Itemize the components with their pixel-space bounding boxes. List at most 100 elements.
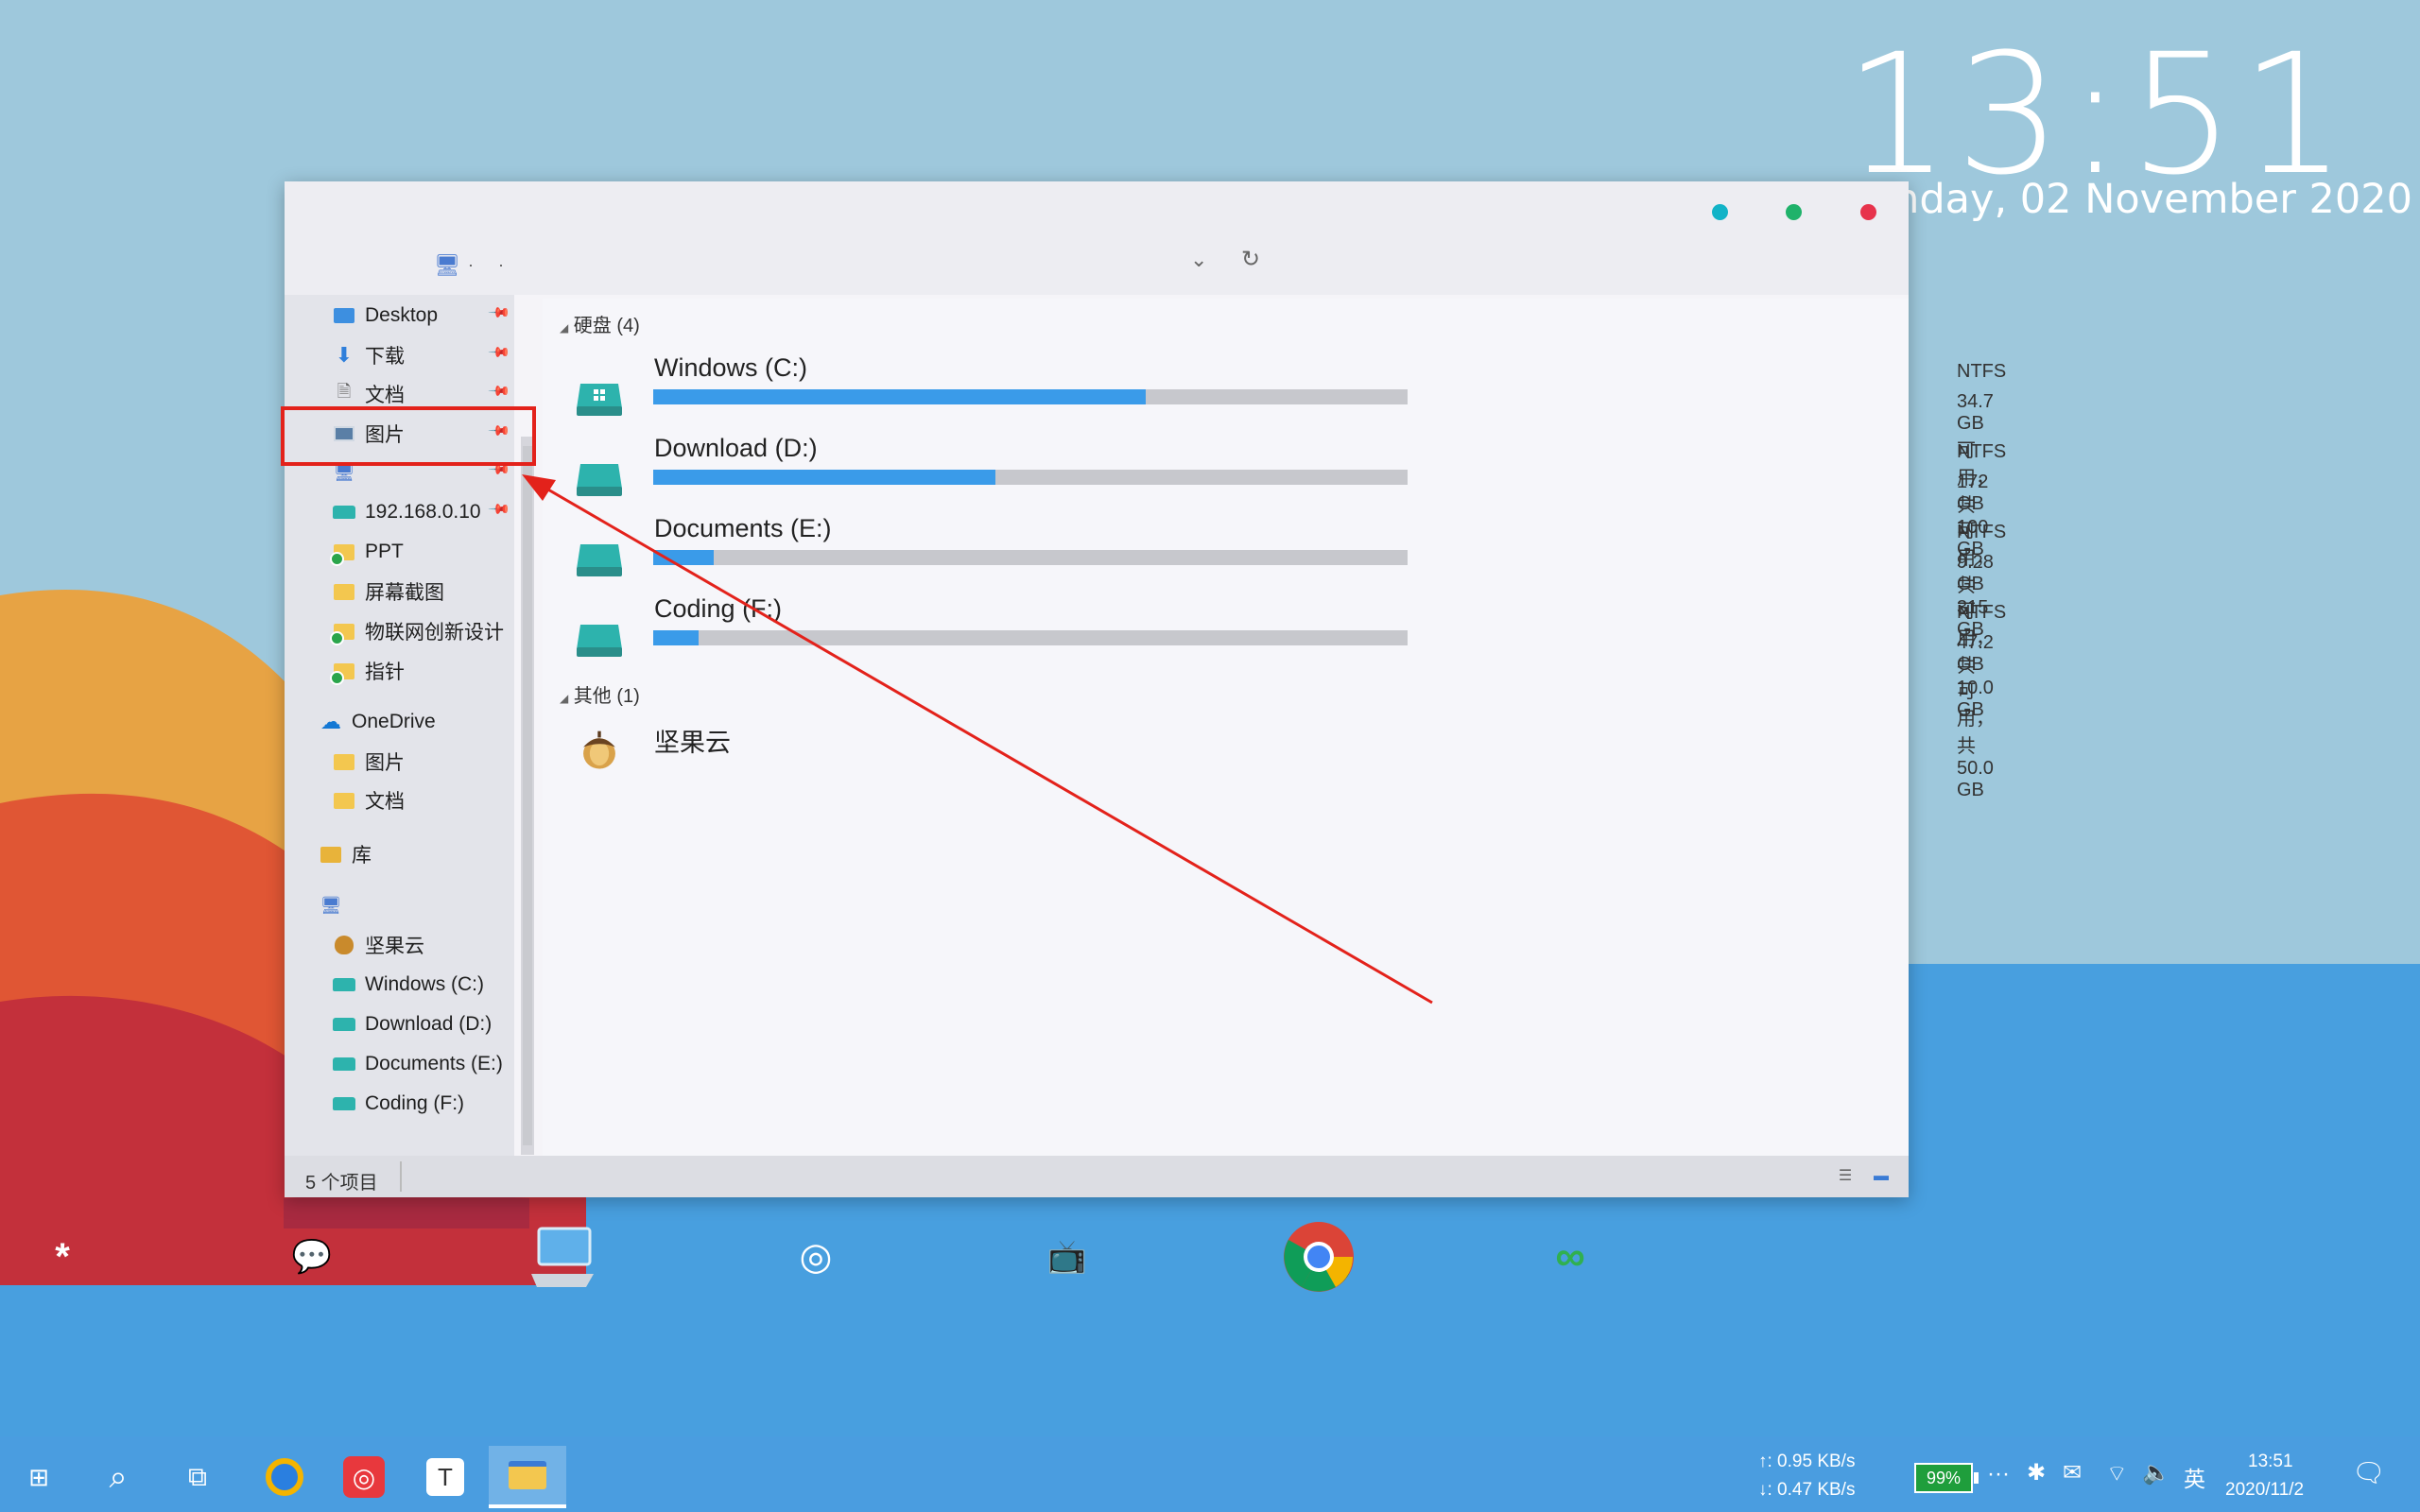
windows-logo-icon: ⊞	[28, 1462, 49, 1491]
group-header-drives[interactable]: ◢ 硬盘 (4)	[560, 310, 640, 337]
tiles-view-icon[interactable]: ▬	[1871, 1169, 1892, 1184]
folder-sync-icon	[330, 661, 356, 685]
chevron-down-icon[interactable]: ⌄	[1190, 248, 1207, 272]
asterisk-tray-icon[interactable]: ✱	[2027, 1459, 2046, 1486]
nav-item-onedrive-pictures[interactable]: 图片	[332, 745, 405, 779]
notification-center-icon[interactable]: 🗨	[2352, 1457, 2386, 1488]
drive-free-space: 47.2 GB 可用，共 50.0 GB	[1957, 632, 1995, 800]
drive-item-c[interactable]: Windows (C:) NTFS 34.7 GB 可用，共 100 GB	[554, 353, 2006, 559]
pin-icon[interactable]: 📌	[487, 301, 511, 325]
nav-item-label: 库	[352, 845, 372, 867]
cloud-infinity-icon: ∞	[1555, 1233, 1585, 1280]
nav-item-label: Desktop	[365, 304, 439, 326]
netease-music-icon: ◎	[799, 1236, 833, 1278]
nav-item-network-drive[interactable]: 192.168.0.10	[332, 495, 481, 529]
nav-item-this-pc[interactable]: 🖥	[319, 888, 352, 922]
collapse-triangle-icon: ◢	[560, 692, 569, 705]
taskbar-app-typora[interactable]: T	[406, 1446, 484, 1508]
nav-item-pointer[interactable]: 指针	[330, 654, 405, 688]
dock-app-netease-music[interactable]: ◎	[780, 1221, 852, 1293]
nav-item-iot-design[interactable]: 物联网创新设计	[330, 614, 504, 648]
folder-icon	[509, 1461, 546, 1489]
drive-filesystem: NTFS	[1957, 361, 2007, 382]
nav-item-label: OneDrive	[352, 711, 436, 732]
details-view-icon[interactable]: ☰	[1835, 1169, 1856, 1184]
nav-item-library[interactable]: 库	[319, 837, 372, 871]
dock-app-wechat[interactable]: 💬	[276, 1221, 348, 1293]
battery-tip	[1974, 1472, 1979, 1484]
drive-name: Download (D:)	[654, 434, 818, 462]
dock-app-bilibili[interactable]: 📺	[1031, 1221, 1103, 1293]
drive-icon	[577, 625, 622, 657]
this-pc-icon: 🖥	[320, 895, 342, 915]
tray-clock-date[interactable]: 2020/11/2	[2225, 1480, 2304, 1501]
nav-item-onedrive-documents[interactable]: 文档	[332, 783, 405, 817]
dock-app-chrome[interactable]	[1283, 1221, 1355, 1293]
nav-item-screenshots[interactable]: 屏幕截图	[332, 575, 444, 609]
drive-name: Coding (F:)	[654, 594, 783, 623]
start-button[interactable]: ⊞	[0, 1446, 78, 1508]
drive-item-e[interactable]: Documents (E:) NTFS 9.28 GB 可用，共 10.0 GB	[554, 514, 2006, 720]
dock-app-asterisk[interactable]: *	[26, 1221, 98, 1293]
refresh-icon[interactable]: ↻	[1241, 246, 1260, 273]
this-pc-icon[interactable]: 🖥	[434, 253, 460, 278]
overflow-icon[interactable]: ···	[1987, 1461, 2010, 1487]
nav-item-label: 指针	[365, 662, 405, 683]
maximize-button[interactable]	[1786, 204, 1802, 220]
close-button[interactable]	[1860, 204, 1876, 220]
nav-item-onedrive[interactable]: ☁ OneDrive	[319, 705, 436, 739]
windows-drive-icon	[577, 384, 622, 416]
drive-name: Windows (C:)	[654, 353, 808, 382]
taskbar-app-file-explorer[interactable]	[489, 1446, 566, 1508]
wechat-tray-icon[interactable]: ✉	[2063, 1459, 2082, 1486]
pin-icon[interactable]: 📌	[487, 497, 511, 522]
annotation-highlight-box	[281, 406, 536, 466]
dock-app-cloud[interactable]: ∞	[1534, 1221, 1606, 1293]
pin-icon[interactable]: 📌	[487, 379, 511, 404]
nav-item-downloads[interactable]: ⬇ 下载	[332, 338, 405, 372]
volume-icon[interactable]: 🔈	[2142, 1459, 2170, 1486]
drive-icon	[332, 974, 356, 995]
tray-clock-time[interactable]: 13:51	[2248, 1452, 2293, 1472]
breadcrumb-separator[interactable]: ·	[468, 255, 474, 275]
dock-app-this-pc[interactable]	[527, 1221, 599, 1293]
drive-item-f[interactable]: Coding (F:) NTFS 47.2 GB 可用，共 50.0 GB	[554, 594, 2006, 800]
drive-icon	[332, 1093, 356, 1114]
asterisk-icon: *	[55, 1235, 70, 1278]
breadcrumb-separator[interactable]: ·	[498, 255, 504, 275]
cloud-icon: ☁	[320, 710, 341, 733]
other-item-jianguoyun[interactable]: 坚果云	[554, 722, 1783, 801]
taskbar-app-netease-music[interactable]: ◎	[325, 1446, 403, 1508]
nav-item-label: 坚果云	[365, 936, 424, 957]
nav-scrollbar-thumb[interactable]	[523, 446, 532, 1145]
desktop-folder-icon	[332, 305, 356, 326]
task-view-button[interactable]: ⧉	[159, 1446, 236, 1508]
taskbar-app-browser[interactable]	[246, 1446, 323, 1508]
nav-item-jianguoyun[interactable]: 坚果云	[332, 928, 424, 962]
pin-icon[interactable]: 📌	[487, 340, 511, 365]
input-method-indicator[interactable]: 英	[2184, 1461, 2205, 1493]
acorn-icon	[332, 935, 356, 955]
nav-item-drive-c[interactable]: Windows (C:)	[332, 968, 484, 1002]
nav-item-drive-e[interactable]: Documents (E:)	[332, 1047, 503, 1081]
acorn-icon	[583, 730, 615, 769]
search-button[interactable]: ⌕	[79, 1446, 157, 1508]
nav-item-drive-d[interactable]: Download (D:)	[332, 1007, 492, 1041]
drive-usage-fill	[653, 389, 1147, 404]
title-bar[interactable]: 🖥 · · ⌄ ↻	[285, 181, 1909, 295]
group-header-other[interactable]: ◢ 其他 (1)	[560, 680, 640, 708]
nav-item-desktop[interactable]: Desktop	[332, 299, 438, 333]
status-bar: 5 个项目 ☰ ▬	[285, 1156, 1909, 1197]
nav-item-label: Windows (C:)	[365, 973, 485, 995]
minimize-button[interactable]	[1712, 204, 1728, 220]
search-icon: ⌕	[109, 1458, 128, 1495]
wifi-icon[interactable]: ⌔	[2106, 1459, 2128, 1487]
battery-indicator[interactable]: 99%	[1914, 1463, 1973, 1493]
nav-item-ppt[interactable]: PPT	[330, 535, 404, 569]
drive-item-d[interactable]: Download (D:) NTFS 172 GB 可用，共 315 GB	[554, 434, 2006, 640]
desktop-clock-time: 13:51	[1843, 18, 2352, 212]
drive-icon	[332, 1054, 356, 1074]
drive-usage-bar	[653, 470, 1408, 485]
nav-item-drive-f[interactable]: Coding (F:)	[332, 1087, 464, 1121]
file-explorer-window: 🖥 · · ⌄ ↻ Desktop 📌 ⬇ 下载 📌 🗎 文档 📌 图片 📌 🖥	[285, 181, 2006, 1197]
